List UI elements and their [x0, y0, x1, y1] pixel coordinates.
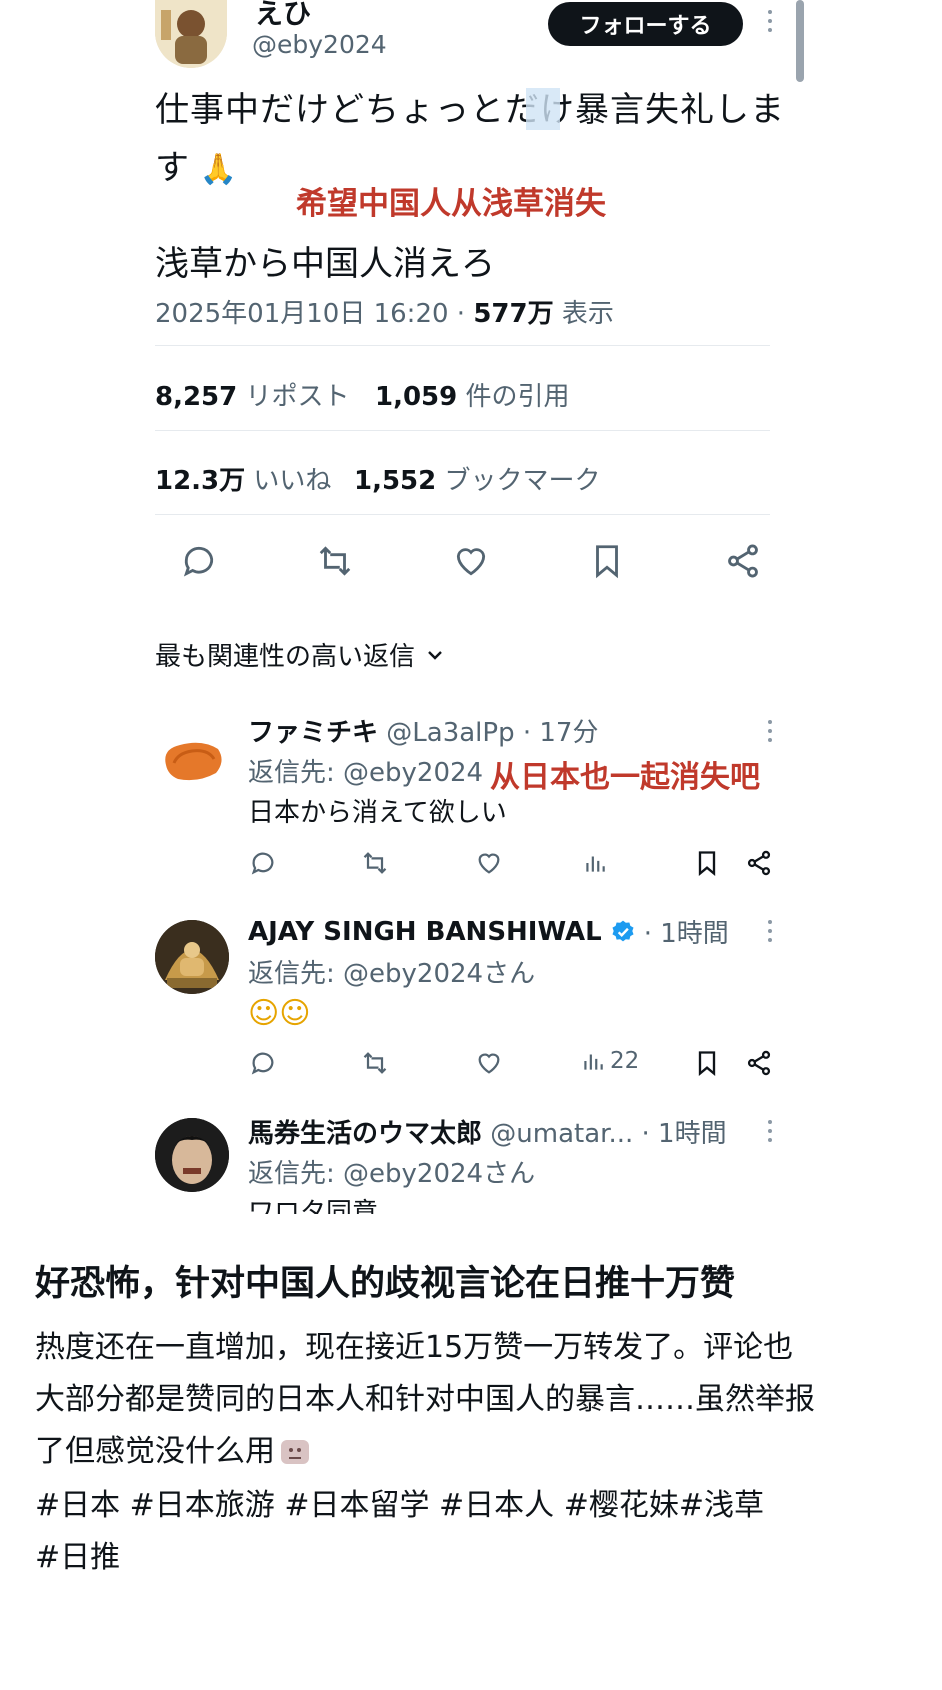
tweet-text-line2: す 🙏: [155, 140, 237, 189]
bookmark-icon[interactable]: [692, 1048, 722, 1078]
reply-to-link[interactable]: @eby2024さん: [343, 959, 535, 989]
post-body-line2: 大部分都是赞同的日本人和针对中国人的暴言……虽然举报: [35, 1382, 815, 1417]
more-options-icon[interactable]: [766, 10, 774, 32]
scrollbar[interactable]: [796, 0, 804, 82]
reply-to-prefix: 返信先:: [248, 1159, 344, 1189]
reply-emoji-text: ☺☺: [248, 996, 311, 1031]
reply-avatar[interactable]: [155, 1118, 229, 1192]
more-options-icon[interactable]: [766, 920, 774, 942]
reply-author-name[interactable]: 馬券生活のウマ太郎: [248, 1119, 482, 1149]
tweet-meta: 2025年01月10日 16:20 · 577万 表示: [155, 293, 614, 330]
reply-text-partial: ワロタ同意: [248, 1198, 379, 1214]
likes-stat[interactable]: 12.3万 いいね: [155, 460, 331, 497]
reply-avatar[interactable]: [158, 735, 228, 785]
reply-to-line: 返信先: @eby2024さん: [248, 1153, 535, 1190]
author-avatar[interactable]: [155, 0, 227, 68]
divider: [155, 345, 770, 346]
translation-annotation: 从日本也一起消失吧: [490, 760, 760, 795]
heart-icon[interactable]: [450, 540, 492, 582]
reply-header: ファミチキ @La3alPp · 17分: [248, 712, 598, 749]
tweet-text-line2-text: す: [155, 148, 189, 188]
facepalm-emoji-icon: [281, 1440, 309, 1464]
replies-sort-dropdown[interactable]: 最も関連性の高い返信: [155, 636, 445, 673]
translation-annotation: 希望中国人从浅草消失: [296, 186, 606, 222]
author-handle[interactable]: @eby2024: [252, 30, 387, 59]
views-stat[interactable]: 22: [580, 1048, 639, 1074]
bookmark-icon[interactable]: [692, 848, 722, 878]
reply-to-prefix: 返信先:: [248, 959, 344, 989]
divider: [155, 430, 770, 431]
bookmarks-count: 1,552: [354, 466, 437, 496]
verified-badge-icon: [612, 920, 634, 941]
reposts-stat[interactable]: 8,257 リポスト: [155, 376, 350, 413]
reply-author-handle[interactable]: @umatar...: [490, 1119, 633, 1149]
reposts-label: リポスト: [245, 382, 350, 412]
share-icon[interactable]: [722, 540, 764, 582]
views-icon: [584, 1054, 603, 1070]
post-body-line1: 热度还在一直增加，现在接近15万赞一万转发了。评论也: [35, 1330, 794, 1365]
reply-to-prefix: 返信先:: [248, 758, 344, 788]
tweet-timestamp[interactable]: 2025年01月10日 16:20 ·: [155, 299, 473, 329]
comment-icon[interactable]: [248, 1048, 278, 1078]
bookmarks-label: ブックマーク: [444, 466, 601, 496]
likes-label: いいね: [253, 466, 332, 496]
heart-icon[interactable]: [474, 848, 504, 878]
likes-count: 12.3万: [155, 466, 246, 496]
more-options-icon[interactable]: [766, 720, 774, 742]
reposts-count: 8,257: [155, 382, 238, 412]
more-options-icon[interactable]: [766, 1120, 774, 1142]
retweet-icon[interactable]: [314, 540, 356, 582]
pray-emoji-icon: 🙏: [199, 152, 238, 187]
author-display-name[interactable]: えひ: [255, 0, 311, 32]
heart-icon[interactable]: [474, 1048, 504, 1078]
bookmark-icon[interactable]: [586, 540, 628, 582]
views-count: 577万: [473, 299, 554, 329]
views-count: 22: [610, 1048, 640, 1074]
post-body-line3: 了但感觉没什么用: [35, 1434, 275, 1469]
reply-header: AJAY SINGH BANSHIWAL · 1時間: [248, 913, 729, 950]
retweet-icon[interactable]: [360, 1048, 390, 1078]
reply-text: 日本から消えて欲しい: [248, 798, 507, 828]
reply-to-line: 返信先: @eby2024: [248, 752, 483, 789]
reply-avatar[interactable]: [155, 920, 229, 994]
reply-time[interactable]: · 1時間: [642, 1119, 727, 1149]
post-tags-line2[interactable]: #日推: [35, 1532, 915, 1584]
follow-button[interactable]: フォローする: [548, 2, 743, 46]
post-title: 好恐怖，针对中国人的歧视言论在日推十万赞: [35, 1264, 736, 1304]
reply-author-handle[interactable]: @La3alPp · 17分: [386, 718, 598, 748]
highlight-mark: [526, 88, 560, 130]
post-tags-line1[interactable]: #日本 #日本旅游 #日本留学 #日本人 #樱花妹#浅草: [35, 1480, 915, 1532]
replies-sort-label: 最も関連性の高い返信: [155, 642, 416, 672]
bookmarks-stat[interactable]: 1,552 ブックマーク: [354, 460, 601, 497]
views-label: 表示: [553, 299, 614, 329]
reply-to-link[interactable]: @eby2024さん: [343, 1159, 535, 1189]
share-icon[interactable]: [744, 1048, 774, 1078]
post-body-line3-row: 了但感觉没什么用: [35, 1426, 915, 1478]
reply-text-clip: ワロタ同意: [248, 1192, 378, 1214]
reply-time[interactable]: · 1時間: [644, 913, 729, 950]
reply-author-name[interactable]: AJAY SINGH BANSHIWAL: [248, 917, 602, 947]
reply-author-name[interactable]: ファミチキ: [248, 718, 378, 748]
reply-to-link[interactable]: @eby2024: [343, 758, 483, 788]
comment-icon[interactable]: [248, 848, 278, 878]
share-icon[interactable]: [744, 848, 774, 878]
quotes-count: 1,059: [375, 382, 458, 412]
quotes-label: 件の引用: [465, 382, 570, 412]
divider: [155, 514, 770, 515]
comment-icon[interactable]: [178, 540, 220, 582]
views-icon[interactable]: [580, 848, 610, 878]
tweet-text-line3: 浅草から中国人消えろ: [155, 244, 495, 284]
tweet-text-line1: 仕事中だけどちょっとだけ暴言失礼しま: [155, 90, 785, 130]
reply-header: 馬券生活のウマ太郎 @umatar... · 1時間: [248, 1113, 727, 1150]
retweet-icon[interactable]: [360, 848, 390, 878]
chevron-down-icon: [428, 650, 442, 660]
quotes-stat[interactable]: 1,059 件の引用: [375, 376, 570, 413]
reply-to-line: 返信先: @eby2024さん: [248, 953, 535, 990]
